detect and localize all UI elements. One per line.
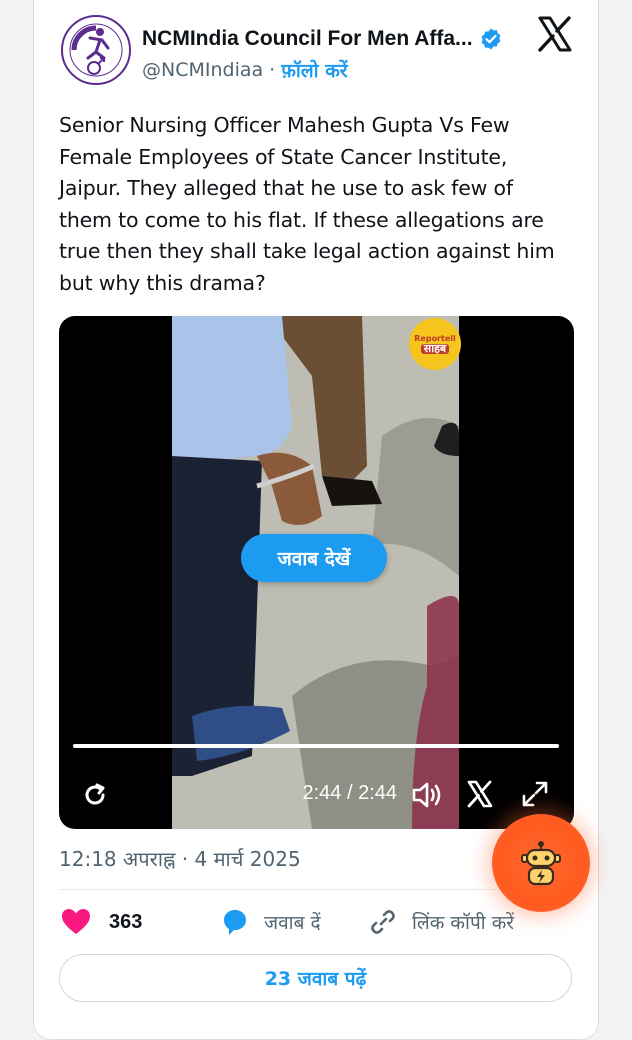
reply-button[interactable]: जवाब दें <box>220 900 321 944</box>
ncm-logo-icon <box>61 15 131 85</box>
tweet-text: Senior Nursing Officer Mahesh Gupta Vs F… <box>59 113 555 295</box>
action-bar: 363 जवाब दें लिंक कॉपी करें <box>59 900 574 944</box>
link-icon <box>371 910 395 934</box>
copy-link-label: लिंक कॉपी करें <box>412 912 515 934</box>
watermark-bottom-text: साहब <box>420 343 450 354</box>
reply-bubble-icon <box>224 910 246 935</box>
video-time: 2:44 / 2:44 <box>302 782 397 804</box>
divider <box>59 889 574 890</box>
heart-icon <box>62 909 90 934</box>
like-button[interactable]: 363 <box>61 900 142 944</box>
robot-assistant-icon <box>521 841 561 886</box>
author-name-row[interactable]: NCMIndia Council For Men Affa... <box>142 24 522 54</box>
video-player[interactable]: Reportell साहब जवाब देखें 2:44 / 2:44 <box>59 316 574 829</box>
x-logo-icon[interactable] <box>536 15 574 53</box>
author-display-name[interactable]: NCMIndia Council For Men Affa... <box>142 27 473 51</box>
x-share-icon[interactable] <box>466 780 494 808</box>
tweet-timestamp[interactable]: 12:18 अपराह्न · 4 मार्च 2025 <box>59 845 301 872</box>
read-replies-button[interactable]: 23 जवाब पढ़ें <box>59 954 572 1002</box>
separator-dot: · <box>269 59 276 81</box>
fullscreen-icon[interactable] <box>521 780 549 808</box>
reply-label: जवाब दें <box>264 912 321 934</box>
verified-badge-icon <box>481 28 500 50</box>
channel-watermark: Reportell साहब <box>409 318 461 370</box>
video-progress-fill <box>73 744 559 748</box>
likes-count: 363 <box>109 910 143 933</box>
author-handle[interactable]: @NCMIndiaa <box>142 59 263 81</box>
follow-button[interactable]: फ़ॉलो करें <box>281 57 347 83</box>
view-replies-button[interactable]: जवाब देखें <box>241 534 387 582</box>
author-avatar[interactable] <box>60 14 132 86</box>
copy-link-button[interactable]: लिंक कॉपी करें <box>368 900 514 944</box>
author-handle-row: @NCMIndiaa · फ़ॉलो करें <box>142 57 348 83</box>
volume-icon[interactable] <box>411 780 443 810</box>
assistant-fab-button[interactable] <box>492 814 590 912</box>
replay-icon[interactable] <box>81 781 109 809</box>
video-progress-bar[interactable] <box>73 744 559 748</box>
